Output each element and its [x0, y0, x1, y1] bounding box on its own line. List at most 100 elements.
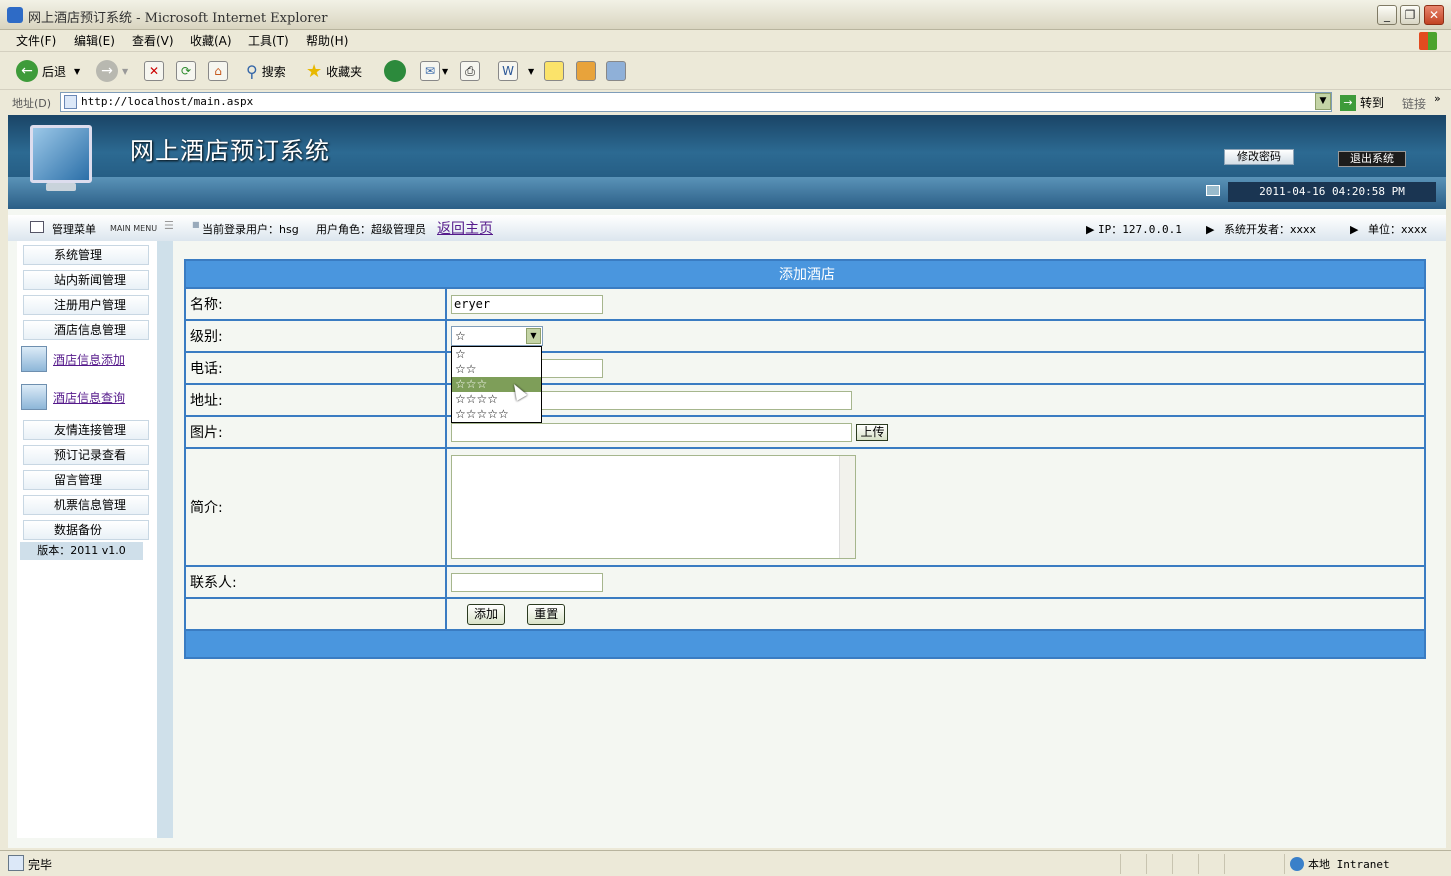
- security-zone: 本地 Intranet: [1290, 856, 1390, 872]
- monitor-logo-icon: [30, 125, 92, 183]
- edit-button[interactable]: W ▼: [498, 59, 534, 83]
- logout-button[interactable]: 退出系统: [1338, 151, 1406, 167]
- forward-button[interactable]: → ▼: [96, 59, 128, 83]
- favorites-button[interactable]: ★ 收藏夹: [306, 59, 362, 83]
- level-option[interactable]: ☆☆: [452, 362, 541, 377]
- sidebar-divider: [165, 241, 173, 838]
- forward-arrow-icon: →: [96, 60, 118, 82]
- scrollbar[interactable]: [839, 456, 855, 558]
- contact-label: 联系人:: [184, 565, 447, 599]
- print-button[interactable]: ⎙: [460, 59, 480, 83]
- info-bar: 管理菜单 MAIN MENU ☰ ■ 当前登录用户：hsg 用户角色：超级管理员…: [8, 215, 1446, 241]
- add-hotel-form: 添加酒店 名称: eryer 级别: ☆ ▼ 电话: 地址: 图片: 上传 简介…: [184, 259, 1426, 659]
- image-input[interactable]: [451, 422, 852, 442]
- image-label: 图片:: [184, 415, 447, 449]
- address-bar: 地址(D) http://localhost/main.aspx ▼ → 转到 链…: [0, 90, 1451, 114]
- sidebar-item-flights[interactable]: 机票信息管理: [23, 495, 149, 515]
- ip-info: IP：127.0.0.1: [1098, 223, 1182, 236]
- close-icon[interactable]: ✕: [1424, 5, 1444, 25]
- status-text: 完毕: [28, 858, 53, 872]
- upload-button[interactable]: 上传: [856, 423, 889, 441]
- messenger-button[interactable]: [606, 59, 626, 83]
- research-button[interactable]: [576, 59, 596, 83]
- current-user: 当前登录用户：hsg: [202, 223, 299, 236]
- windows-logo-icon: [1419, 32, 1437, 50]
- add-button[interactable]: 添加: [467, 603, 506, 625]
- level-option[interactable]: ☆: [452, 347, 541, 362]
- refresh-icon: ⟳: [176, 61, 196, 81]
- go-arrow-icon: →: [1340, 94, 1356, 111]
- toolbar: ← 后退 ▼ → ▼ ✕ ⟳ ⌂ ⚲ 搜索 ★ 收藏夹 ✉ ▼ ⎙ W ▼: [0, 52, 1451, 90]
- links-button[interactable]: 链接: [1402, 95, 1426, 112]
- chevron-right-icon[interactable]: »: [1434, 92, 1441, 105]
- window-title: 网上酒店预订系统 - Microsoft Internet Explorer: [28, 11, 328, 26]
- level-label: 级别:: [184, 319, 447, 353]
- history-button[interactable]: [384, 59, 410, 83]
- restore-icon[interactable]: ❐: [1400, 5, 1420, 25]
- form-footer: [184, 629, 1426, 659]
- user-role: 用户角色：超级管理员: [316, 223, 426, 236]
- sidebar-item-messages[interactable]: 留言管理: [23, 470, 149, 490]
- reset-button[interactable]: 重置: [527, 603, 566, 625]
- menu-help[interactable]: 帮助(H): [306, 32, 348, 49]
- menu-favorites[interactable]: 收藏(A): [190, 32, 232, 49]
- sidebar-item-links[interactable]: 友情连接管理: [23, 420, 149, 440]
- sidebar-link-hotel-add[interactable]: 酒店信息添加: [21, 344, 125, 374]
- page-done-icon: [8, 855, 24, 871]
- intro-textarea[interactable]: [451, 455, 856, 559]
- phone-label: 电话:: [184, 351, 447, 385]
- go-button[interactable]: → 转到: [1340, 94, 1384, 111]
- address-label: 地址:: [184, 383, 447, 417]
- back-button[interactable]: ← 后退 ▼: [16, 59, 80, 83]
- search-icon: ⚲: [246, 61, 258, 81]
- change-password-button[interactable]: 修改密码: [1224, 149, 1294, 165]
- bullet-icon: ■: [192, 220, 200, 229]
- globe-icon: [1290, 857, 1304, 871]
- level-option-highlighted[interactable]: ☆☆☆: [452, 377, 541, 392]
- home-button[interactable]: ⌂: [208, 59, 228, 83]
- discuss-button[interactable]: [544, 59, 564, 83]
- star-icon: ★: [306, 60, 323, 82]
- ie-icon: [7, 7, 23, 23]
- sidebar: 系统管理 站内新闻管理 注册用户管理 酒店信息管理 酒店信息添加 酒店信息查询 …: [17, 241, 165, 838]
- search-button[interactable]: ⚲ 搜索: [246, 59, 286, 83]
- stop-button[interactable]: ✕: [144, 59, 164, 83]
- unit-info: 单位：xxxx: [1368, 223, 1428, 236]
- menu-edit[interactable]: 编辑(E): [74, 32, 115, 49]
- address-input[interactable]: http://localhost/main.aspx: [60, 92, 1332, 112]
- chevron-down-icon[interactable]: ▼: [526, 328, 541, 344]
- sidebar-link-hotel-query[interactable]: 酒店信息查询: [21, 382, 125, 412]
- address-dropdown-icon[interactable]: ▼: [1315, 93, 1331, 110]
- menu-file[interactable]: 文件(F): [16, 32, 56, 49]
- mail-icon: ✉: [420, 61, 440, 81]
- sidebar-item-hotel-info[interactable]: 酒店信息管理: [23, 320, 149, 340]
- form-header: 添加酒店: [184, 259, 1426, 289]
- sidebar-item-system[interactable]: 系统管理: [23, 245, 149, 265]
- back-home-link[interactable]: 返回主页: [437, 218, 493, 238]
- minimize-icon[interactable]: _: [1377, 5, 1397, 25]
- sidebar-item-bookings[interactable]: 预订记录查看: [23, 445, 149, 465]
- menu-tools[interactable]: 工具(T): [248, 32, 289, 49]
- level-option[interactable]: ☆☆☆☆: [452, 392, 541, 407]
- level-select[interactable]: ☆ ▼: [451, 326, 543, 346]
- refresh-button[interactable]: ⟳: [176, 59, 196, 83]
- word-icon: W: [498, 61, 518, 81]
- menu-view[interactable]: 查看(V): [132, 32, 174, 49]
- contact-input[interactable]: [451, 572, 603, 592]
- status-bar: 完毕 本地 Intranet: [0, 850, 1451, 876]
- triangle-icon: ▶: [1350, 223, 1359, 236]
- name-input[interactable]: eryer: [451, 294, 603, 314]
- triangle-icon: ▶: [1206, 223, 1215, 236]
- sidebar-item-news[interactable]: 站内新闻管理: [23, 270, 149, 290]
- sidebar-item-users[interactable]: 注册用户管理: [23, 295, 149, 315]
- level-option[interactable]: ☆☆☆☆☆: [452, 407, 541, 422]
- mail-button[interactable]: ✉ ▼: [420, 59, 448, 83]
- version-label: 版本：2011 v1.0: [20, 542, 143, 560]
- stop-icon: ✕: [144, 61, 164, 81]
- main-content: 添加酒店 名称: eryer 级别: ☆ ▼ 电话: 地址: 图片: 上传 简介…: [184, 259, 1426, 659]
- print-icon: ⎙: [460, 61, 480, 81]
- sidebar-item-backup[interactable]: 数据备份: [23, 520, 149, 540]
- menu-icon: [30, 221, 44, 233]
- datetime-display: 2011-04-16 04:20:58 PM: [1228, 182, 1436, 202]
- window-titlebar: 网上酒店预订系统 - Microsoft Internet Explorer _…: [0, 0, 1451, 30]
